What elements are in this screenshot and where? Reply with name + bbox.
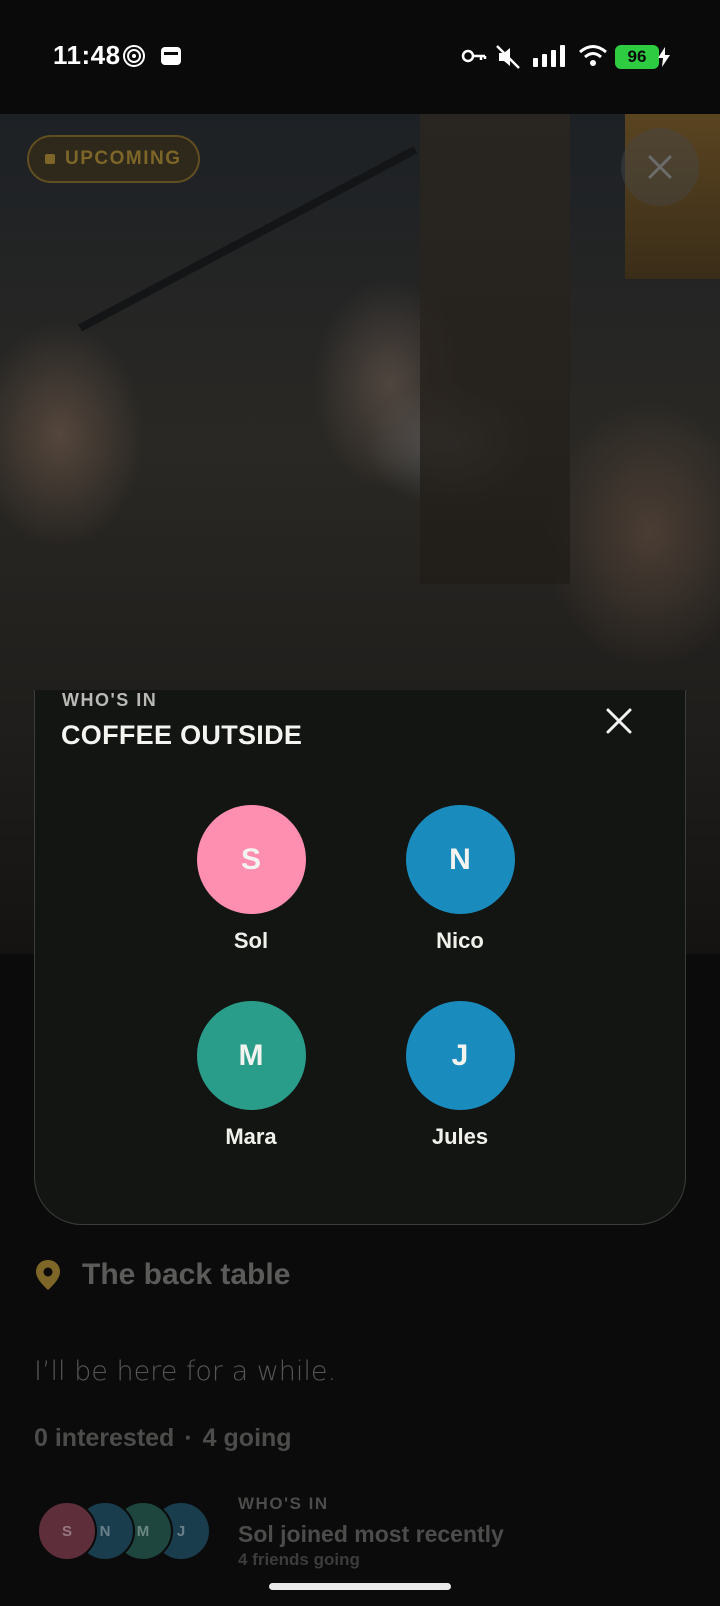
home-indicator[interactable] xyxy=(269,1583,451,1590)
event-note: I’ll be here for a while. xyxy=(34,1356,337,1387)
key-icon xyxy=(461,49,487,63)
event-stats: 0 interested · 4 going xyxy=(34,1424,292,1453)
location-pin-icon xyxy=(36,1260,60,1290)
avatar: S xyxy=(196,805,306,914)
avatar: S xyxy=(37,1501,97,1561)
wallet-icon xyxy=(161,47,181,65)
interested-count: 0 interested xyxy=(34,1424,175,1452)
status-bar: 11:48 96 xyxy=(0,0,720,114)
person-name: Mara xyxy=(225,1124,277,1149)
avatar-initial: S xyxy=(240,842,261,876)
close-icon xyxy=(648,155,672,179)
hotspot-icon xyxy=(123,45,145,67)
mute-icon xyxy=(496,45,520,69)
upcoming-badge: UPCOMING xyxy=(27,135,200,183)
close-modal-button[interactable] xyxy=(603,705,635,737)
recent-eyebrow: WHO'S IN xyxy=(238,1494,329,1513)
event-location[interactable]: The back table xyxy=(34,1258,290,1292)
person-name: Sol xyxy=(233,928,269,953)
upcoming-label: UPCOMING xyxy=(65,148,182,169)
person-jules[interactable]: J Jules xyxy=(390,1001,530,1150)
photo-door xyxy=(420,114,570,584)
battery-level: 96 xyxy=(615,45,659,69)
person-mara[interactable]: M Mara xyxy=(181,1001,321,1150)
signal-icon xyxy=(533,45,565,67)
person-sol[interactable]: S Sol xyxy=(181,805,321,954)
person-name: Nico xyxy=(436,928,484,953)
person-name: Jules xyxy=(431,1124,489,1149)
location-label: The back table xyxy=(82,1258,291,1291)
status-dot-icon xyxy=(45,154,55,164)
modal-title: COFFEE OUTSIDE xyxy=(61,720,303,750)
whos-in-modal: WHO'S IN COFFEE OUTSIDE S Sol N Nico M M… xyxy=(34,690,686,1225)
avatar-initial: J xyxy=(451,1038,469,1072)
recent-title: Sol joined most recently xyxy=(238,1521,504,1547)
status-time: 11:48 xyxy=(53,40,121,70)
charging-icon xyxy=(658,47,670,67)
avatar: M xyxy=(196,1001,306,1110)
avatar-initial: N xyxy=(449,842,471,876)
wifi-icon xyxy=(579,45,607,66)
going-count: 4 going xyxy=(202,1424,292,1452)
avatar: N xyxy=(405,805,515,914)
modal-eyebrow: WHO'S IN xyxy=(62,690,158,710)
close-icon xyxy=(606,708,632,734)
avatar-initial: M xyxy=(238,1038,264,1072)
avatar: J xyxy=(405,1001,515,1110)
stats-separator: · xyxy=(184,1424,193,1452)
recent-subtitle: 4 friends going xyxy=(238,1550,360,1569)
attendee-avatar-stack[interactable]: S N M J xyxy=(37,1501,217,1561)
close-event-button[interactable] xyxy=(621,128,699,206)
person-nico[interactable]: N Nico xyxy=(390,805,530,954)
